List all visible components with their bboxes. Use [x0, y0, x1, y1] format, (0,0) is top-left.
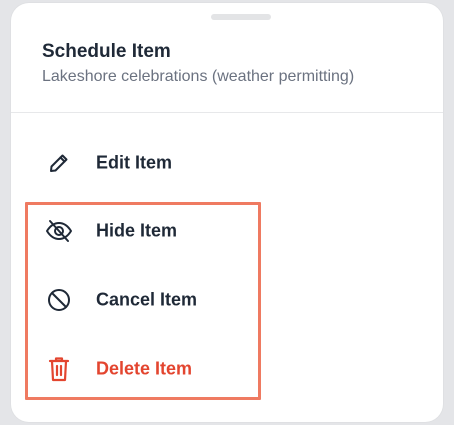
- header-divider: [11, 112, 443, 113]
- edit-item-label: Edit Item: [96, 152, 173, 173]
- trash-icon: [45, 355, 73, 383]
- delete-item-button[interactable]: Delete Item: [11, 341, 443, 397]
- sheet-subtitle: Lakeshore celebrations (weather permitti…: [42, 68, 355, 85]
- prohibited-icon: [45, 286, 73, 314]
- cancel-item-label: Cancel Item: [96, 289, 198, 310]
- pencil-icon: [45, 149, 73, 177]
- action-sheet: Schedule Item Lakeshore celebrations (we…: [11, 3, 443, 422]
- hide-item-label: Hide Item: [96, 220, 178, 241]
- sheet-grabber-handle[interactable]: [211, 14, 271, 20]
- hide-item-button[interactable]: Hide Item: [11, 203, 443, 259]
- sheet-title: Schedule Item: [42, 41, 171, 62]
- edit-item-button[interactable]: Edit Item: [11, 135, 443, 191]
- eye-off-icon: [45, 217, 73, 245]
- cancel-item-button[interactable]: Cancel Item: [11, 272, 443, 328]
- delete-item-label: Delete Item: [96, 358, 193, 379]
